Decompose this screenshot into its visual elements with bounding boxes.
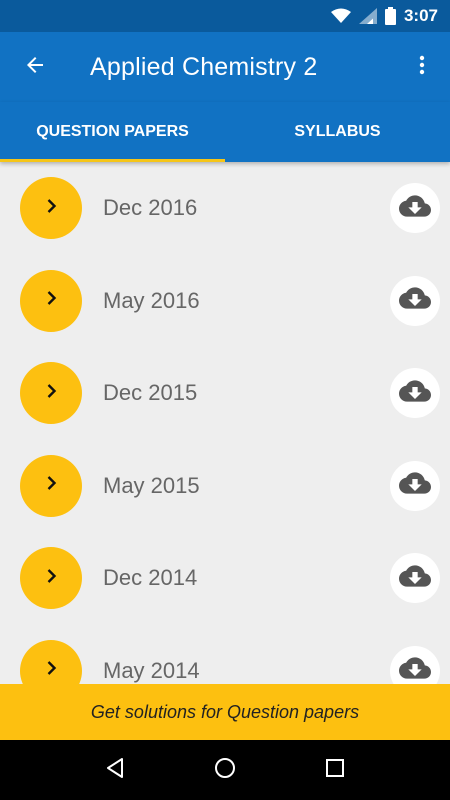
expand-button[interactable] <box>20 639 82 684</box>
home-circle-icon <box>213 756 237 785</box>
list-item[interactable]: May 2014 <box>0 625 450 684</box>
solutions-banner[interactable]: Get solutions for Question papers <box>0 684 450 740</box>
nav-recents-button[interactable] <box>310 745 360 795</box>
chevron-right-icon <box>39 379 63 408</box>
cloud-download-icon <box>399 375 431 412</box>
list-item[interactable]: Dec 2016 <box>0 162 450 255</box>
cloud-download-icon <box>399 190 431 227</box>
recents-square-icon <box>324 757 346 784</box>
back-button[interactable] <box>0 32 70 102</box>
paper-label: May 2016 <box>103 287 200 313</box>
tab-syllabus[interactable]: SYLLABUS <box>225 102 450 162</box>
paper-label: Dec 2015 <box>103 380 198 406</box>
chevron-right-icon <box>39 471 63 500</box>
expand-button[interactable] <box>20 362 82 425</box>
list-item[interactable]: May 2016 <box>0 255 450 348</box>
expand-button[interactable] <box>20 177 82 240</box>
cloud-download-icon <box>399 282 431 319</box>
system-nav-bar <box>0 740 450 800</box>
chevron-right-icon <box>39 194 63 223</box>
status-bar: 3:07 <box>0 0 450 32</box>
more-vert-icon <box>410 53 434 82</box>
status-time: 3:07 <box>403 6 438 25</box>
download-button[interactable] <box>390 645 440 684</box>
paper-label: May 2015 <box>103 472 200 498</box>
tab-bar: QUESTION PAPERS SYLLABUS <box>0 102 450 162</box>
download-button[interactable] <box>390 368 440 419</box>
cloud-download-icon <box>399 560 431 597</box>
cloud-download-icon <box>399 652 431 684</box>
expand-button[interactable] <box>20 269 82 332</box>
signal-icon <box>358 8 377 24</box>
expand-button[interactable] <box>20 454 82 517</box>
arrow-back-icon <box>23 53 47 82</box>
tab-question-papers[interactable]: QUESTION PAPERS <box>0 102 225 162</box>
battery-icon <box>384 7 396 25</box>
overflow-menu-button[interactable] <box>394 32 450 102</box>
download-button[interactable] <box>390 553 440 604</box>
list-item[interactable]: Dec 2015 <box>0 347 450 440</box>
cloud-download-icon <box>399 467 431 504</box>
app-bar: Applied Chemistry 2 <box>0 32 450 102</box>
list-item[interactable]: May 2015 <box>0 440 450 533</box>
nav-home-button[interactable] <box>200 745 250 795</box>
papers-list[interactable]: Dec 2016 May 2016 Dec 2015 May 2015 Dec … <box>0 162 450 684</box>
banner-text: Get solutions for Question papers <box>90 701 360 722</box>
paper-label: Dec 2016 <box>103 195 198 221</box>
chevron-right-icon <box>39 286 63 315</box>
list-item[interactable]: Dec 2014 <box>0 532 450 625</box>
back-triangle-icon <box>103 756 127 785</box>
download-button[interactable] <box>390 183 440 234</box>
tab-label: SYLLABUS <box>294 123 381 140</box>
wifi-icon <box>330 8 351 24</box>
download-button[interactable] <box>390 275 440 326</box>
expand-button[interactable] <box>20 547 82 610</box>
tab-label: QUESTION PAPERS <box>36 123 189 140</box>
paper-label: Dec 2014 <box>103 565 198 591</box>
page-title: Applied Chemistry 2 <box>90 52 318 81</box>
chevron-right-icon <box>39 656 63 684</box>
nav-back-button[interactable] <box>90 745 140 795</box>
chevron-right-icon <box>39 564 63 593</box>
download-button[interactable] <box>390 460 440 511</box>
paper-label: May 2014 <box>103 657 200 683</box>
